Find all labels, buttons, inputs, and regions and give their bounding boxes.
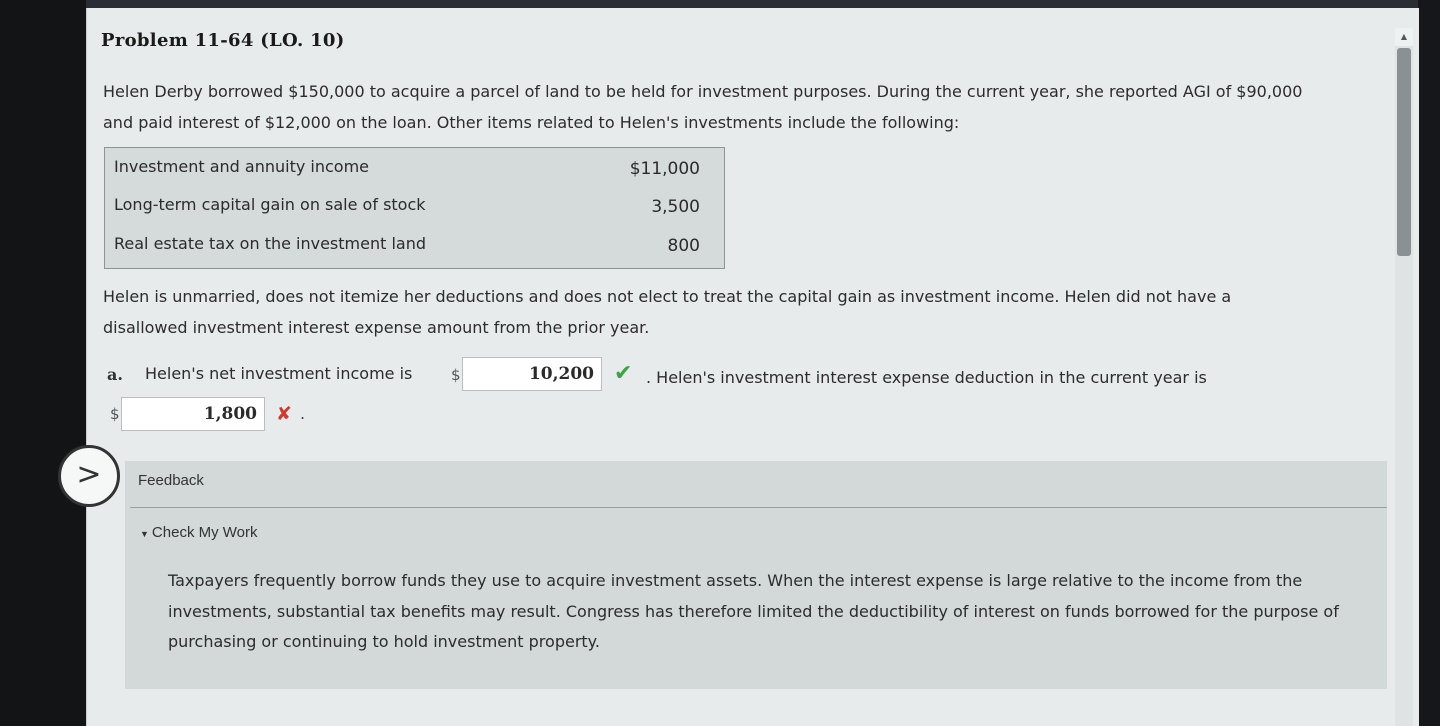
- interest-deduction-input[interactable]: 1,800: [121, 397, 265, 431]
- x-icon: ✘: [276, 403, 292, 425]
- item-value: 800: [667, 236, 700, 256]
- table-row: Real estate tax on the investment land 8…: [105, 225, 724, 263]
- problem-title: Problem 11-64 (LO. 10): [101, 30, 345, 51]
- check-my-work-label: Check My Work: [151, 524, 258, 541]
- chevron-right-icon[interactable]: >: [58, 445, 120, 507]
- problem-condition: Helen is unmarried, does not itemize her…: [103, 287, 1232, 337]
- currency-symbol: $: [110, 405, 120, 423]
- check-my-work-toggle[interactable]: ▼ Check My Work: [140, 524, 258, 541]
- question-letter: a.: [107, 365, 123, 384]
- net-investment-income-input[interactable]: 10,200: [462, 357, 602, 391]
- sentence-end: .: [300, 404, 306, 423]
- table-row: Long-term capital gain on sale of stock …: [105, 186, 724, 224]
- item-label: Real estate tax on the investment land: [114, 234, 427, 253]
- triangle-down-icon: ▼: [140, 529, 149, 539]
- item-label: Investment and annuity income: [114, 157, 369, 176]
- feedback-text: Taxpayers frequently borrow funds they u…: [168, 571, 1339, 651]
- check-icon: ✔: [614, 361, 633, 386]
- answer-value: 10,200: [528, 364, 594, 384]
- monitor-bezel-right: [1418, 0, 1440, 726]
- scrollbar-thumb[interactable]: [1397, 48, 1411, 256]
- answer-value: 1,800: [203, 404, 257, 424]
- table-row: Investment and annuity income $11,000: [105, 148, 724, 186]
- problem-intro: Helen Derby borrowed $150,000 to acquire…: [103, 82, 1303, 132]
- item-value: $11,000: [629, 159, 700, 179]
- item-label: Long-term capital gain on sale of stock: [114, 195, 426, 214]
- currency-symbol: $: [451, 366, 461, 384]
- question-text-before: Helen's net investment income is: [145, 364, 413, 383]
- item-value: 3,500: [651, 197, 700, 217]
- investment-items-table: Investment and annuity income $11,000 Lo…: [104, 147, 725, 269]
- monitor-bezel-left: [0, 0, 86, 726]
- divider: [130, 507, 1387, 508]
- feedback-label[interactable]: Feedback: [138, 472, 204, 489]
- scroll-up-arrow-icon[interactable]: ▲: [1395, 28, 1413, 46]
- question-text-middle: . Helen's investment interest expense de…: [646, 368, 1207, 387]
